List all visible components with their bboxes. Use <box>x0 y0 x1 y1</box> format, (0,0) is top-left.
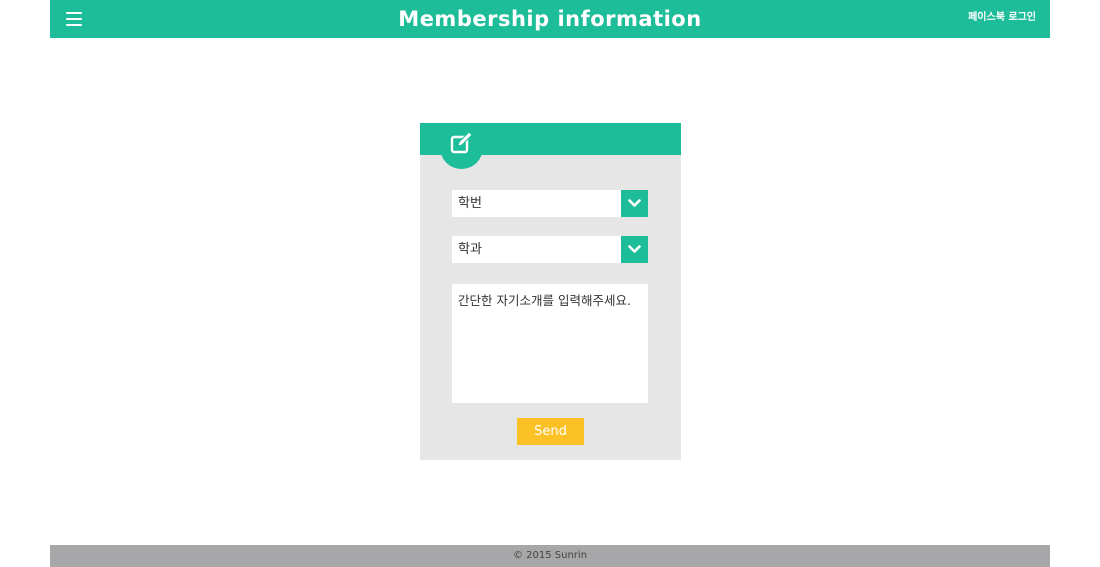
copyright-text: © 2015 Sunrin <box>512 550 588 561</box>
student-id-select-value: 학번 <box>458 196 482 211</box>
footer-bar: © 2015 Sunrin <box>50 545 1050 567</box>
facebook-login-link[interactable]: 페이스북 로그인 <box>968 11 1036 25</box>
page: Membership information 페이스북 로그인 학번 학과 간단… <box>0 0 1100 567</box>
edit-icon-badge <box>440 126 483 169</box>
department-select-value: 학과 <box>458 242 482 257</box>
self-introduction-textarea[interactable] <box>452 284 648 403</box>
top-header-bar: Membership information 페이스북 로그인 <box>50 0 1050 38</box>
membership-form-card: 학번 학과 Send <box>420 123 681 460</box>
student-id-dropdown-button[interactable] <box>621 190 648 217</box>
student-id-select[interactable]: 학번 <box>452 190 648 217</box>
department-dropdown-button[interactable] <box>621 236 648 263</box>
send-button[interactable]: Send <box>517 418 584 445</box>
edit-icon <box>450 131 473 154</box>
department-select[interactable]: 학과 <box>452 236 648 263</box>
chevron-down-icon <box>628 245 641 253</box>
chevron-down-icon <box>628 199 641 207</box>
page-title: Membership information <box>398 7 702 31</box>
